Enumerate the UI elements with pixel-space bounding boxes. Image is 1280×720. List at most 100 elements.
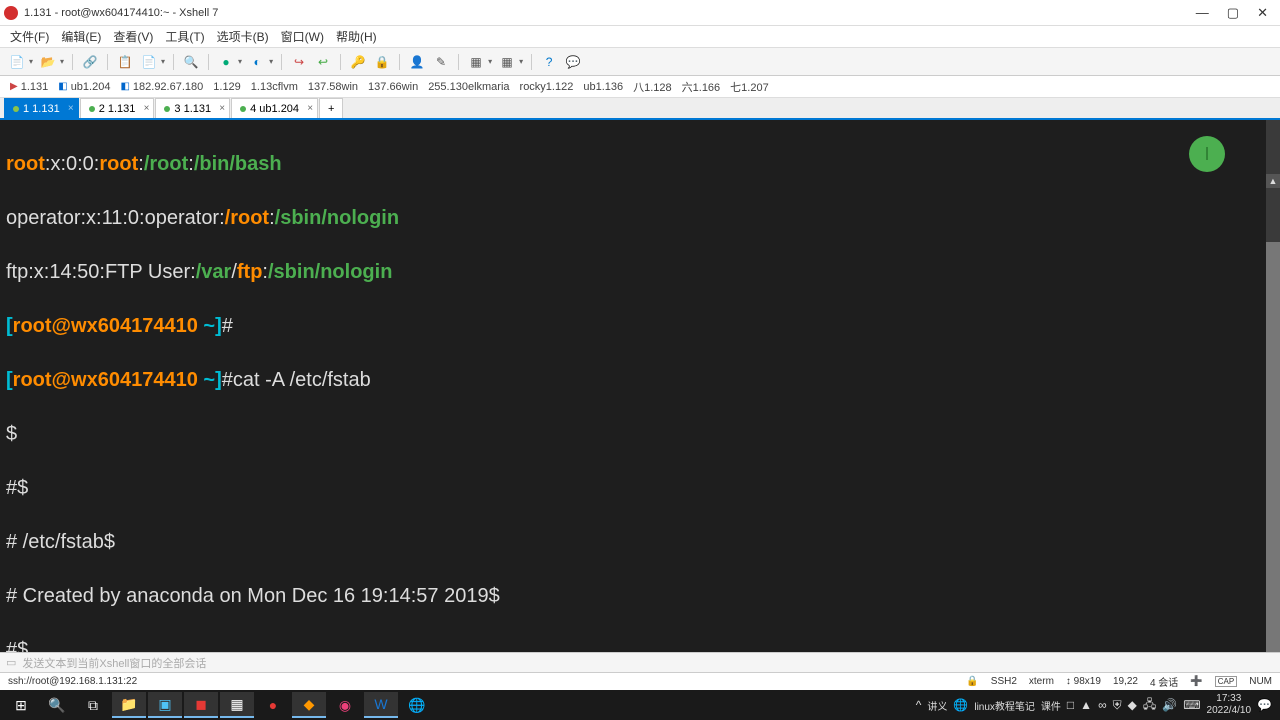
tray-up-icon[interactable]: ^ xyxy=(916,698,922,712)
host-shortcut[interactable]: 1.13cflvm xyxy=(251,81,298,93)
status-cap: CAP xyxy=(1215,676,1237,687)
host-shortcut[interactable]: 八1.128 xyxy=(633,79,672,95)
host-shortcut[interactable]: 七1.207 xyxy=(730,79,769,95)
menu-window[interactable]: 窗口(W) xyxy=(281,28,324,45)
tab-close-icon[interactable]: × xyxy=(307,103,313,114)
globe-icon[interactable]: ● xyxy=(217,53,235,71)
search-button[interactable]: 🔍 xyxy=(40,692,74,718)
find-icon[interactable]: 🔍 xyxy=(182,53,200,71)
back-icon[interactable]: ↪ xyxy=(290,53,308,71)
close-button[interactable]: ✕ xyxy=(1257,5,1268,21)
edge-icon[interactable]: ▣ xyxy=(148,692,182,718)
host-shortcut[interactable]: rocky1.122 xyxy=(520,81,574,93)
menu-file[interactable]: 文件(F) xyxy=(10,28,49,45)
scroll-thumb[interactable] xyxy=(1266,242,1280,652)
titlebar: 1.131 - root@wx604174410:~ - Xshell 7 — … xyxy=(0,0,1280,26)
layout2-icon[interactable]: ▦ xyxy=(498,53,516,71)
start-button[interactable]: ⊞ xyxy=(4,692,38,718)
word-icon[interactable]: W xyxy=(364,692,398,718)
host-shortcut[interactable]: ▶1.131 xyxy=(10,81,48,93)
app-icon-rec[interactable]: ● xyxy=(256,692,290,718)
minimize-button[interactable]: — xyxy=(1196,5,1209,21)
tray-network-icon[interactable]: 🖧 xyxy=(1143,695,1156,716)
status-connection: ssh://root@192.168.1.131:22 xyxy=(8,676,966,687)
copy-icon[interactable]: 📋 xyxy=(116,53,134,71)
menu-edit[interactable]: 编辑(E) xyxy=(61,28,101,45)
status-pos: 19,22 xyxy=(1113,676,1138,687)
tray-app-icon[interactable]: ◆ xyxy=(1128,698,1137,712)
app-icon-pink[interactable]: ◉ xyxy=(328,692,362,718)
chat-icon[interactable]: 💬 xyxy=(564,53,582,71)
host-shortcut[interactable]: 六1.166 xyxy=(682,79,721,95)
tray-app-icon[interactable]: □ xyxy=(1067,698,1074,712)
tab-close-icon[interactable]: × xyxy=(144,103,150,114)
host-shortcut[interactable]: 137.58win xyxy=(308,81,358,93)
tab-session-4[interactable]: 4 ub1.204× xyxy=(231,98,318,118)
menu-view[interactable]: 查看(V) xyxy=(113,28,153,45)
scroll-up-icon[interactable]: ▲ xyxy=(1266,174,1280,188)
menu-help[interactable]: 帮助(H) xyxy=(336,28,377,45)
lock-icon[interactable]: 🔒 xyxy=(373,53,391,71)
tray-clock[interactable]: 17:332022/4/10 xyxy=(1207,693,1252,717)
forward-icon[interactable]: ↩ xyxy=(314,53,332,71)
tray-text[interactable]: 讲义 xyxy=(927,698,947,713)
host-icon: ▶ xyxy=(10,81,18,92)
tray-notification-icon[interactable]: 💬 xyxy=(1257,698,1272,712)
tray-app-icon[interactable]: ⛨ xyxy=(1113,698,1122,713)
help-icon[interactable]: ? xyxy=(540,53,558,71)
host-icon: ◧ xyxy=(58,81,67,92)
tab-add-button[interactable]: + xyxy=(319,98,343,118)
compose-icon: ▭ xyxy=(6,656,16,669)
host-shortcut[interactable]: ◧ub1.204 xyxy=(58,81,110,93)
annotation-marker: I xyxy=(1189,136,1225,172)
tray-app-icon[interactable]: ▲ xyxy=(1080,698,1092,712)
tab-close-icon[interactable]: × xyxy=(68,103,74,114)
host-shortcut[interactable]: ub1.136 xyxy=(583,81,623,93)
tray-text[interactable]: linux教程笔记 xyxy=(974,698,1035,713)
new-session-icon[interactable]: 📄 xyxy=(8,53,26,71)
status-add-icon[interactable]: ➕ xyxy=(1190,676,1202,687)
explorer-icon[interactable]: 📁 xyxy=(112,692,146,718)
edit-icon[interactable]: ✎ xyxy=(432,53,450,71)
app-icon-orange[interactable]: ◆ xyxy=(292,692,326,718)
status-num: NUM xyxy=(1249,676,1272,687)
app-icon-red[interactable]: ◼ xyxy=(184,692,218,718)
host-shortcut[interactable]: ◧182.92.67.180 xyxy=(120,81,203,93)
layout1-icon[interactable]: ▦ xyxy=(467,53,485,71)
app-icon-grid[interactable]: ▦ xyxy=(220,692,254,718)
tray-text[interactable]: 课件 xyxy=(1041,698,1061,713)
compose-placeholder: 发送文本到当前Xshell窗口的全部会话 xyxy=(22,655,206,671)
menu-tab[interactable]: 选项卡(B) xyxy=(217,28,269,45)
terminal[interactable]: root:x:0:0:root:/root:/bin/bash operator… xyxy=(0,120,1280,652)
key-icon[interactable]: 🔑 xyxy=(349,53,367,71)
terminal-scrollbar[interactable]: ▲ ▼ xyxy=(1266,120,1280,652)
compose-bar[interactable]: ▭ 发送文本到当前Xshell窗口的全部会话 xyxy=(0,652,1280,672)
maximize-button[interactable]: ▢ xyxy=(1227,5,1239,21)
tray-app-icon[interactable]: ∞ xyxy=(1098,698,1107,712)
taskview-button[interactable]: ⧉ xyxy=(76,692,110,718)
host-shortcut[interactable]: 1.129 xyxy=(213,81,241,93)
open-icon[interactable]: 📂 xyxy=(39,53,57,71)
tab-session-1[interactable]: 1 1.131× xyxy=(4,98,79,118)
host-icon: ◧ xyxy=(120,81,129,92)
windows-taskbar: ⊞ 🔍 ⧉ 📁 ▣ ◼ ▦ ● ◆ ◉ W 🌐 ^ 讲义 🌐 linux教程笔记… xyxy=(0,690,1280,720)
toolbar: 📄▾ 📂▾ 🔗 📋 📄▾ 🔍 ●▾ ◐▾ ↪ ↩ 🔑 🔒 👤 ✎ ▦▾ ▦▾ ?… xyxy=(0,48,1280,76)
reconnect-icon[interactable]: 🔗 xyxy=(81,53,99,71)
menu-tools[interactable]: 工具(T) xyxy=(165,28,204,45)
host-shortcut[interactable]: 255.130elkmaria xyxy=(428,81,509,93)
host-shortcut[interactable]: 137.66win xyxy=(368,81,418,93)
color-icon[interactable]: ◐ xyxy=(248,53,266,71)
tray-volume-icon[interactable]: 🔊 xyxy=(1162,698,1177,712)
chrome-icon[interactable]: 🌐 xyxy=(400,692,434,718)
tray-ime-icon[interactable]: ⌨ xyxy=(1183,698,1200,712)
tab-session-2[interactable]: 2 1.131× xyxy=(80,98,155,118)
paste-icon[interactable]: 📄 xyxy=(140,53,158,71)
status-proto: SSH2 xyxy=(991,676,1017,687)
hostbar: ▶1.131 ◧ub1.204 ◧182.92.67.180 1.129 1.1… xyxy=(0,76,1280,98)
app-icon xyxy=(4,6,18,20)
user-icon[interactable]: 👤 xyxy=(408,53,426,71)
tab-session-3[interactable]: 3 1.131× xyxy=(155,98,230,118)
status-term: xterm xyxy=(1029,676,1054,687)
tab-close-icon[interactable]: × xyxy=(219,103,225,114)
menubar: 文件(F) 编辑(E) 查看(V) 工具(T) 选项卡(B) 窗口(W) 帮助(… xyxy=(0,26,1280,48)
